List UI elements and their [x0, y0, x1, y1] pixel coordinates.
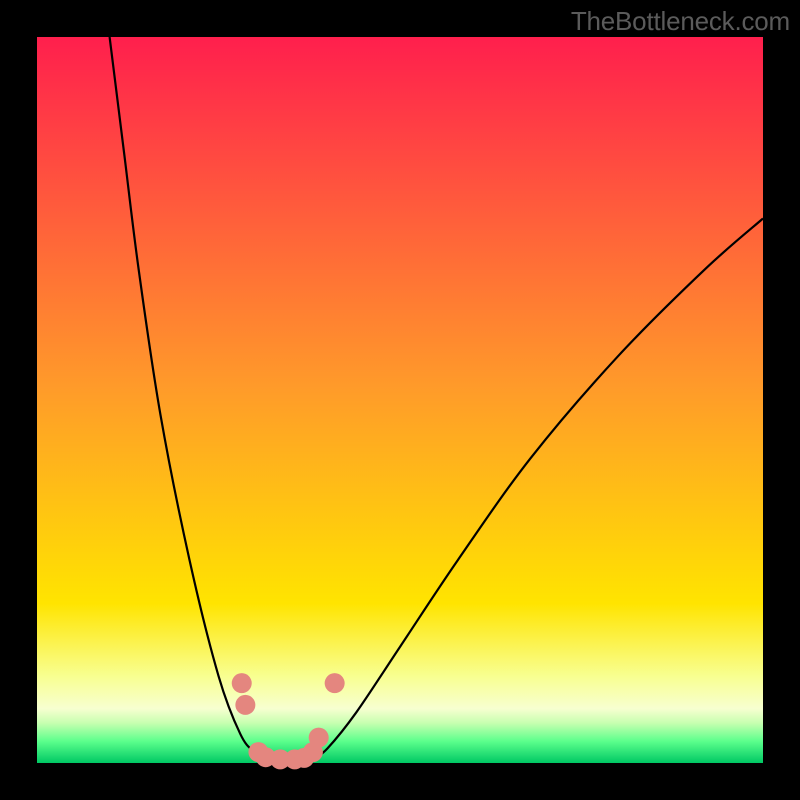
curve-marker	[232, 673, 252, 693]
curve-marker	[325, 673, 345, 693]
plot-area	[37, 37, 763, 763]
curve-markers	[232, 673, 345, 769]
bottleneck-curve	[37, 37, 763, 763]
curve-marker	[235, 695, 255, 715]
curve-line	[110, 37, 763, 760]
watermark-text: TheBottleneck.com	[571, 6, 790, 37]
chart-frame: TheBottleneck.com	[0, 0, 800, 800]
curve-marker	[309, 728, 329, 748]
